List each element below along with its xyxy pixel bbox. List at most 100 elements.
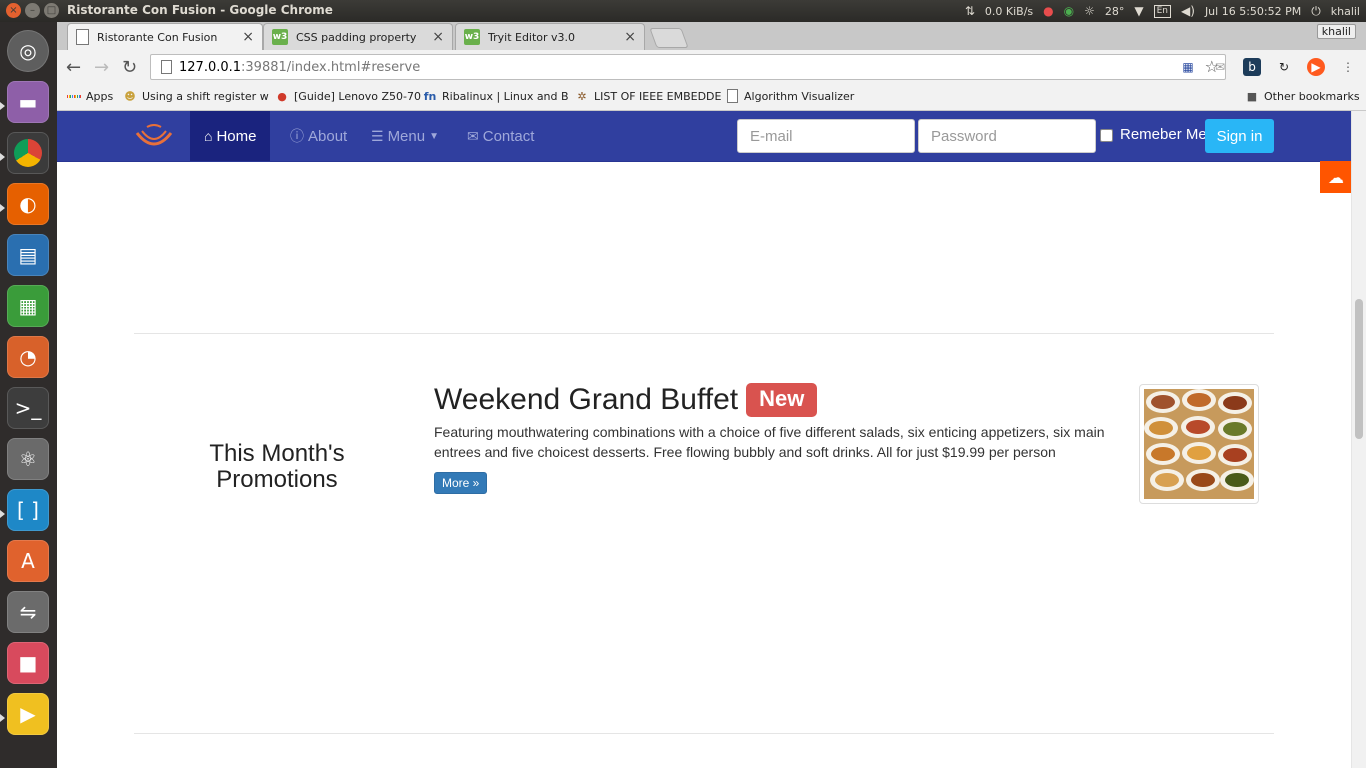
- keyboard-layout[interactable]: En: [1153, 4, 1172, 18]
- window-title: Ristorante Con Fusion - Google Chrome: [67, 3, 333, 17]
- buffet-image[interactable]: [1139, 384, 1259, 504]
- w3-icon: w3: [464, 29, 480, 45]
- site-navbar: ⌂ Home ⓘ About ☰ Menu ▼ ✉ Contact E-mail…: [57, 111, 1352, 162]
- video-player-icon[interactable]: ▶: [7, 693, 49, 735]
- avatar-icon: ☻: [124, 89, 136, 103]
- envelope-icon: ✉: [467, 127, 479, 144]
- bookmark-apps[interactable]: Apps: [66, 89, 114, 103]
- clock[interactable]: Jul 16 5:50:52 PM: [1205, 5, 1301, 18]
- unity-launcher: ◎ ▬ ◐ ▤ ▦ ◔ >_ ⚛ [ ] A ⇋ ■ ▶: [0, 22, 57, 768]
- b-extension-icon[interactable]: b: [1243, 58, 1261, 76]
- files-icon[interactable]: ▬: [7, 81, 49, 123]
- window-controls: × – □: [6, 3, 59, 18]
- flag-extension-icon[interactable]: ▦: [1179, 58, 1197, 76]
- tab-ristorante[interactable]: Ristorante Con Fusion ×: [67, 23, 263, 50]
- temperature: 28°: [1104, 4, 1125, 18]
- close-tab-icon[interactable]: ×: [432, 29, 444, 45]
- tab-label: Ristorante Con Fusion: [97, 30, 218, 44]
- promotions-heading-line1: This Month's: [209, 440, 345, 467]
- promotions-heading-line2: Promotions: [216, 466, 338, 493]
- chrome-menu-icon[interactable]: ⋮: [1339, 58, 1357, 76]
- user-name[interactable]: khalil: [1331, 5, 1360, 18]
- email-input[interactable]: E-mail: [737, 119, 915, 153]
- media-app-icon[interactable]: ■: [7, 642, 49, 684]
- nav-home[interactable]: ⌂ Home: [190, 111, 271, 161]
- weather-icon[interactable]: ☼: [1084, 4, 1095, 18]
- reload-icon[interactable]: ↻: [122, 57, 137, 78]
- restaurant-logo[interactable]: [133, 121, 175, 153]
- nav-about[interactable]: ⓘ About: [290, 111, 347, 161]
- volume-icon[interactable]: ◀): [1181, 4, 1195, 18]
- promotion-description: Featuring mouthwatering combinations wit…: [434, 424, 1105, 460]
- nav-contact-label: Contact: [482, 127, 535, 145]
- tomato-icon: ●: [277, 89, 287, 103]
- address-bar[interactable]: 127.0.0.1:39881/index.html#reserve ☆: [150, 54, 1226, 80]
- brackets-icon[interactable]: [ ]: [7, 489, 49, 531]
- other-bookmarks[interactable]: ■ Other bookmarks: [1245, 89, 1360, 103]
- terminal-icon[interactable]: >_: [7, 387, 49, 429]
- nav-menu[interactable]: ☰ Menu ▼: [371, 111, 439, 161]
- page-info-icon[interactable]: [161, 60, 172, 74]
- power-icon[interactable]: ⏻: [1311, 4, 1321, 19]
- calc-icon[interactable]: ▦: [7, 285, 49, 327]
- soundcloud-tab[interactable]: ☁: [1320, 161, 1352, 193]
- document-icon: [76, 29, 89, 45]
- password-input[interactable]: Password: [918, 119, 1096, 153]
- nav-about-label: About: [308, 127, 348, 145]
- other-bookmarks-label: Other bookmarks: [1264, 89, 1360, 103]
- new-badge: New: [746, 383, 818, 417]
- record-icon[interactable]: ●: [1043, 4, 1053, 18]
- net-speed: 0.0 KiB/s: [984, 4, 1034, 18]
- wifi-icon[interactable]: ▼: [1134, 4, 1143, 18]
- section-divider: [134, 333, 1274, 334]
- forward-icon[interactable]: →: [94, 57, 109, 78]
- remember-me-label: Remeber Me: [1120, 126, 1207, 143]
- writer-icon[interactable]: ▤: [7, 234, 49, 276]
- sign-in-button[interactable]: Sign in: [1205, 119, 1274, 153]
- tab-tryit-editor[interactable]: w3 Tryit Editor v3.0 ×: [455, 23, 645, 50]
- apps-grid-icon: [66, 89, 82, 103]
- bookmark-ribalinux[interactable]: fn Ribalinux | Linux and B: [423, 89, 569, 103]
- profile-button[interactable]: khalil: [1316, 24, 1356, 39]
- remember-me-checkbox[interactable]: [1100, 129, 1113, 142]
- page-viewport: ⌂ Home ⓘ About ☰ Menu ▼ ✉ Contact E-mail…: [57, 111, 1352, 768]
- impress-icon[interactable]: ◔: [7, 336, 49, 378]
- bookmark-algorithm-visualizer[interactable]: Algorithm Visualizer: [725, 89, 854, 103]
- chip-icon: ✲: [577, 89, 587, 103]
- more-button[interactable]: More »: [434, 472, 488, 494]
- info-icon: ⓘ: [290, 128, 304, 144]
- soundcloud-icon: ☁: [1328, 167, 1344, 187]
- page-scrollbar[interactable]: [1351, 111, 1366, 768]
- close-tab-icon[interactable]: ×: [242, 29, 254, 45]
- chrome-tray-icon[interactable]: ◉: [1064, 4, 1074, 18]
- promotion-title-text: Weekend Grand Buffet: [434, 383, 739, 416]
- bookmark-ieee-list[interactable]: ✲ LIST OF IEEE EMBEDDE: [575, 89, 721, 103]
- chrome-icon[interactable]: [7, 132, 49, 174]
- software-center-icon[interactable]: A: [7, 540, 49, 582]
- window-minimize-button[interactable]: –: [25, 3, 40, 18]
- window-maximize-button[interactable]: □: [44, 3, 59, 18]
- sync-extension-icon[interactable]: ↻: [1275, 58, 1293, 76]
- url-text[interactable]: 127.0.0.1:39881/index.html#reserve: [179, 60, 420, 75]
- tab-css-padding[interactable]: w3 CSS padding property ×: [263, 23, 453, 50]
- bookmark-shift-register[interactable]: ☻ Using a shift register w: [123, 89, 268, 103]
- bookmark-label: Apps: [86, 89, 114, 103]
- window-close-button[interactable]: ×: [6, 3, 21, 18]
- bookmark-label: Algorithm Visualizer: [744, 89, 855, 103]
- network-arrows-icon[interactable]: ⇅: [965, 4, 975, 18]
- ubuntu-dash-icon[interactable]: ◎: [7, 30, 49, 72]
- new-tab-button[interactable]: [649, 28, 689, 48]
- bookmark-lenovo-guide[interactable]: ● [Guide] Lenovo Z50-70: [275, 89, 421, 103]
- mail-extension-icon[interactable]: ✉: [1211, 58, 1229, 76]
- url-host: 127.0.0.1: [179, 60, 242, 75]
- settings-toggle-icon[interactable]: ⇋: [7, 591, 49, 633]
- nav-contact[interactable]: ✉ Contact: [467, 111, 534, 161]
- firefox-icon[interactable]: ◐: [7, 183, 49, 225]
- back-icon[interactable]: ←: [66, 57, 81, 78]
- atom-icon[interactable]: ⚛: [7, 438, 49, 480]
- url-path: :39881/index.html#reserve: [241, 60, 421, 75]
- play-extension-icon[interactable]: ▶: [1307, 58, 1325, 76]
- close-tab-icon[interactable]: ×: [624, 29, 636, 45]
- w3-icon: w3: [272, 29, 288, 45]
- scrollbar-thumb[interactable]: [1355, 299, 1363, 439]
